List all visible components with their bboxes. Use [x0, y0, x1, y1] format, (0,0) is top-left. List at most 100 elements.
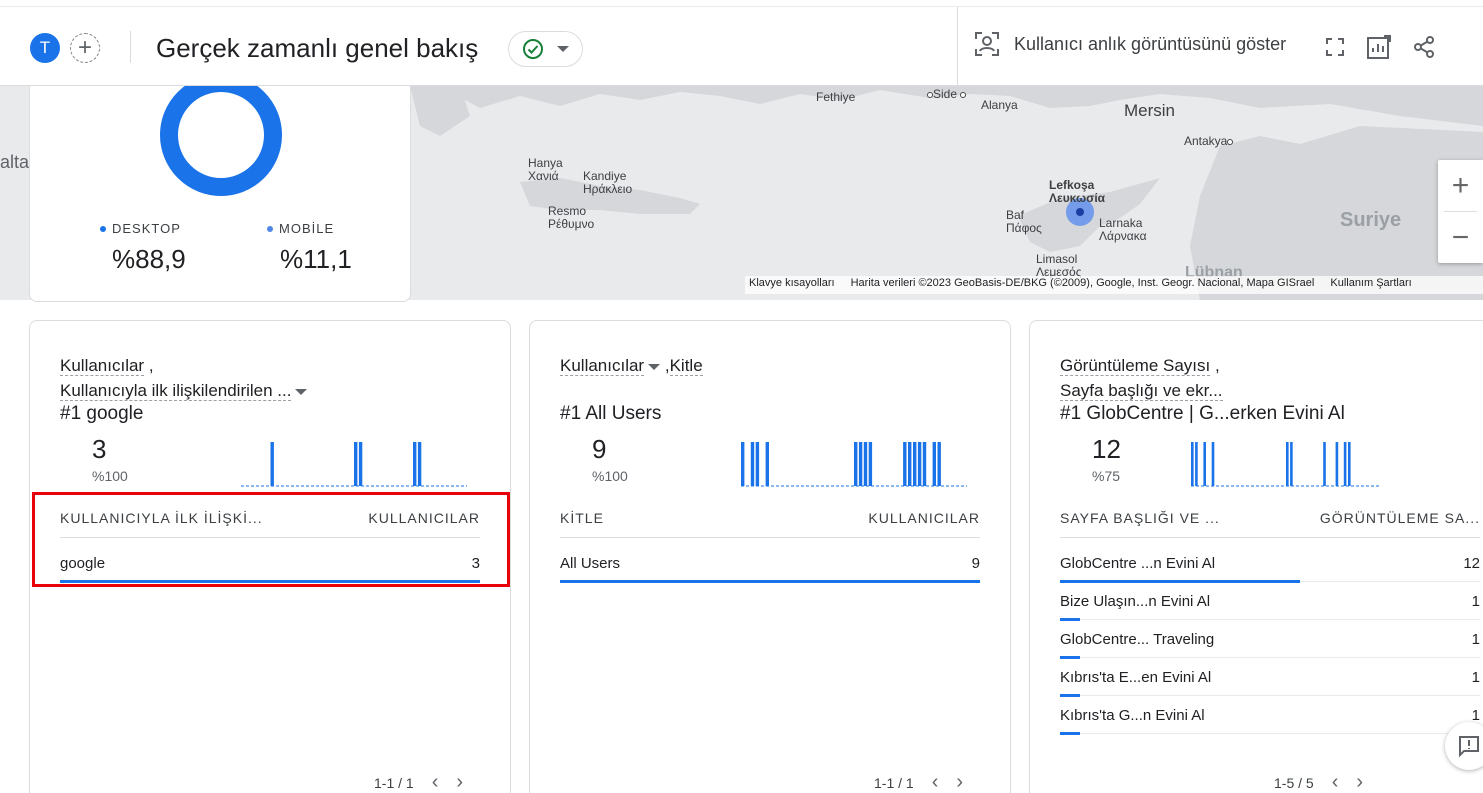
pagination: 1-1 / 1 ‹ ›: [374, 771, 463, 793]
sparkline-bar: [863, 442, 868, 486]
zoom-in-button[interactable]: +: [1438, 160, 1483, 211]
table-row[interactable]: GlobCentre... Traveling 1: [1060, 623, 1480, 661]
metric-selector[interactable]: Kullanıcılar: [60, 356, 145, 376]
device-category-card: DESKTOP %88,9 MOBİLE %11,1: [29, 60, 411, 302]
sparkline-chart: [1191, 442, 1381, 487]
chevron-down-icon[interactable]: [295, 388, 308, 395]
terms-link[interactable]: Kullanım Şartları: [1330, 277, 1411, 293]
row-content: GlobCentre ...n Evini Al 12: [1060, 555, 1480, 572]
keyboard-shortcuts-link[interactable]: Klavye kısayolları: [749, 277, 835, 293]
feedback-icon: [1459, 736, 1479, 758]
dimension-column-header[interactable]: SAYFA BAŞLIĞI VE ...: [1060, 510, 1220, 526]
row-divider: [1060, 657, 1480, 658]
row-share-bar: [1060, 618, 1081, 621]
country-suriye: Suriye: [1340, 209, 1402, 231]
metric-column-header[interactable]: GÖRÜNTÜLEME SA...: [1320, 510, 1480, 526]
next-page-icon[interactable]: ›: [456, 771, 463, 793]
metric-column-header[interactable]: KULLANICILAR: [868, 510, 980, 526]
table-row[interactable]: All Users 9: [560, 547, 980, 585]
row-content: All Users 9: [560, 555, 980, 572]
sparkline-bar: [937, 442, 941, 486]
next-page-icon[interactable]: ›: [1356, 771, 1363, 793]
prev-page-icon[interactable]: ‹: [432, 771, 439, 793]
dimension-column-header[interactable]: KİTLE: [560, 510, 604, 526]
top-header: T + Gerçek zamanlı genel bakış Kullanıcı…: [0, 6, 1483, 86]
zoom-out-button[interactable]: −: [1438, 212, 1483, 263]
sparkline-bar: [1211, 442, 1215, 486]
row-value: 1: [1471, 631, 1480, 648]
sparkline-bar: [913, 442, 917, 486]
title-separator: ,: [664, 356, 670, 375]
sparkline-chart: [741, 442, 967, 487]
table-row[interactable]: GlobCentre ...n Evini Al 12: [1060, 547, 1480, 585]
sparkline-bar: [854, 442, 858, 486]
share-icon[interactable]: [1410, 33, 1438, 61]
sparkline-bar: [903, 442, 907, 486]
next-page-icon[interactable]: ›: [956, 771, 963, 793]
row-divider: [1060, 733, 1480, 734]
dimension-selector[interactable]: Kitle: [669, 356, 703, 376]
total-percent: %100: [592, 468, 628, 484]
prev-page-icon[interactable]: ‹: [932, 771, 939, 793]
card-users-by-audience: Kullanıcılar ,Kitle #1 All Users 9 %100 …: [529, 320, 1011, 793]
table-row[interactable]: Bize Ulaşın...n Evini Al 1: [1060, 585, 1480, 623]
insights-icon[interactable]: [1365, 33, 1393, 61]
city-larnaka: Larnaka Λάρνακα: [1099, 216, 1147, 243]
sparkline-bar: [858, 442, 863, 486]
chevron-down-icon: [557, 46, 570, 52]
sparkline-bar: [908, 442, 912, 486]
status-dropdown[interactable]: [508, 31, 583, 67]
comparison-avatar[interactable]: T: [30, 33, 60, 63]
table-row[interactable]: Kıbrıs'ta G...n Evini Al 1: [1060, 699, 1480, 737]
header-divider: [1060, 537, 1480, 538]
total-value: 12: [1092, 434, 1121, 464]
city-antakya: Antakya: [1184, 135, 1234, 148]
sparkline-bar: [741, 442, 745, 486]
row-divider: [1060, 695, 1480, 696]
row-share-bar: [1060, 580, 1300, 583]
dimension-selector[interactable]: Sayfa başlığı ve ekr...: [1060, 381, 1223, 401]
row-value: 12: [1463, 555, 1480, 572]
header-divider: [560, 537, 980, 538]
row-value: 1: [1471, 669, 1480, 686]
metric-selector[interactable]: Kullanıcılar: [560, 356, 645, 376]
sparkline-bar: [354, 442, 358, 486]
sparkline-bar: [1343, 442, 1347, 486]
top-item: #1 GlobCentre | G...erken Evini Al: [1060, 403, 1345, 424]
table-row[interactable]: Kıbrıs'ta E...en Evini Al 1: [1060, 661, 1480, 699]
sparkline-bar: [765, 442, 769, 486]
chevron-down-icon[interactable]: [648, 363, 661, 370]
dimension-selector[interactable]: Kullanıcıyla ilk ilişkilendirilen ...: [60, 381, 292, 401]
legend-mobile-value: %11,1: [280, 244, 352, 274]
row-content: Kıbrıs'ta G...n Evini Al 1: [1060, 707, 1480, 724]
sparkline-bar: [1323, 442, 1326, 486]
title-separator: ,: [148, 356, 154, 375]
city-fethiye: Fethiye: [816, 90, 856, 104]
row-label: Kıbrıs'ta E...en Evini Al: [1060, 669, 1212, 686]
map-attribution: Harita verileri ©2023 GeoBasis-DE/BKG (©…: [850, 277, 1315, 289]
total-percent: %100: [92, 468, 128, 484]
row-label: Bize Ulaşın...n Evini Al: [1060, 593, 1211, 610]
city-mersin: Mersin: [1124, 101, 1176, 120]
city-hanya: Hanya Χανιά: [528, 156, 563, 183]
legend-desktop: DESKTOP: [100, 221, 181, 236]
fullscreen-icon[interactable]: [1321, 33, 1349, 61]
add-comparison-button[interactable]: +: [70, 33, 100, 63]
user-snapshot-button[interactable]: Kullanıcı anlık görüntüsünü göster: [974, 31, 1286, 57]
row-share-bar: [1060, 694, 1081, 697]
desktop-dot-icon: [100, 225, 106, 232]
metric-selector[interactable]: Görüntüleme Sayısı: [1060, 356, 1211, 376]
legend-desktop-label: DESKTOP: [112, 221, 181, 236]
sparkline-bar: [922, 442, 927, 486]
cut-off-label: alta: [0, 152, 30, 172]
header-actions: Kullanıcı anlık görüntüsünü göster: [957, 7, 1483, 86]
city-kandiye: Kandiye Ηράκλειο: [583, 169, 633, 196]
sparkline-bar: [1335, 442, 1339, 486]
page-title: Gerçek zamanlı genel bakış: [156, 33, 479, 63]
sparkline-bar: [417, 442, 422, 486]
sparkline-bar: [1286, 442, 1289, 486]
map-footer: Klavye kısayolları Harita verileri ©2023…: [745, 276, 1483, 294]
row-label: Kıbrıs'ta G...n Evini Al: [1060, 707, 1205, 724]
prev-page-icon[interactable]: ‹: [1332, 771, 1339, 793]
row-content: Kıbrıs'ta E...en Evini Al 1: [1060, 669, 1480, 686]
